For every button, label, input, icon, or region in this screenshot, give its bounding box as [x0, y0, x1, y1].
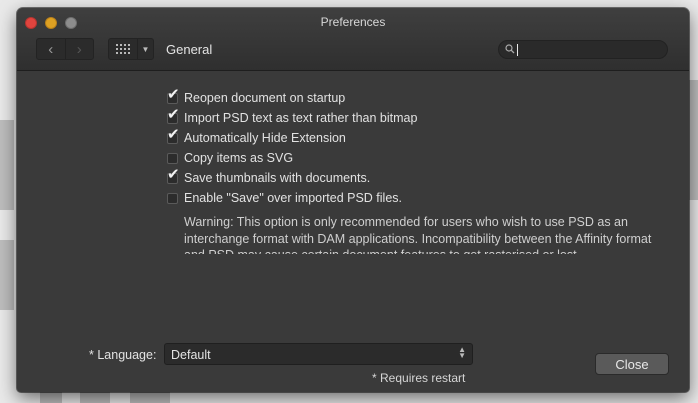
show-all-button[interactable]: ▼ — [108, 38, 154, 60]
chevron-down-icon[interactable]: ▼ — [137, 39, 153, 59]
option-enable-save-psd[interactable]: Enable "Save" over imported PSD files. — [167, 188, 677, 208]
chevron-right-icon: › — [76, 40, 82, 58]
checkbox[interactable]: ✔ — [167, 127, 180, 144]
background-shape — [40, 392, 62, 403]
option-hide-extension[interactable]: ✔ Automatically Hide Extension — [167, 127, 677, 148]
general-options: ✔ Reopen document on startup ✔ Import PS… — [167, 87, 677, 254]
checkbox[interactable]: ✔ — [167, 87, 180, 104]
grid-icon — [109, 44, 137, 54]
option-label: Save thumbnails with documents. — [184, 171, 371, 185]
checkbox[interactable]: ✔ — [167, 167, 180, 184]
checkmark-icon: ✔ — [167, 125, 180, 143]
chevron-left-icon: ‹ — [48, 40, 54, 58]
option-save-thumbnails[interactable]: ✔ Save thumbnails with documents. — [167, 167, 677, 188]
checkbox[interactable] — [167, 192, 178, 204]
background-shape — [0, 120, 14, 210]
option-reopen-document[interactable]: ✔ Reopen document on startup — [167, 87, 677, 108]
back-button[interactable]: ‹ — [37, 39, 65, 59]
updown-arrows-icon: ▲ ▼ — [458, 345, 466, 360]
checkmark-icon: ✔ — [167, 165, 180, 183]
psd-warning-text: Warning: This option is only recommended… — [184, 215, 652, 254]
checkbox[interactable]: ✔ — [167, 107, 180, 124]
navigation-buttons: ‹ › — [36, 38, 94, 60]
title-bar: Preferences ‹ › ▼ General — [17, 8, 689, 71]
language-label: * Language: — [89, 348, 157, 362]
close-button[interactable]: Close — [595, 353, 669, 375]
option-label: Reopen document on startup — [184, 91, 346, 105]
option-copy-svg[interactable]: Copy items as SVG — [167, 148, 677, 168]
forward-button[interactable]: › — [66, 39, 94, 59]
window-title: Preferences — [320, 15, 386, 29]
checkmark-icon: ✔ — [167, 105, 180, 123]
search-field[interactable] — [498, 40, 668, 59]
checkmark-icon: ✔ — [167, 85, 180, 103]
option-label: Automatically Hide Extension — [184, 131, 346, 145]
search-input[interactable] — [517, 42, 666, 59]
preferences-window: Preferences ‹ › ▼ General ✔ Reopen docum… — [17, 8, 689, 392]
option-label: Copy items as SVG — [184, 151, 294, 165]
language-value: Default — [171, 348, 211, 362]
option-label: Enable "Save" over imported PSD files. — [184, 191, 403, 205]
background-shape — [130, 392, 170, 403]
text-cursor — [517, 44, 518, 56]
background-shape — [0, 240, 14, 310]
option-label: Import PSD text as text rather than bitm… — [184, 111, 418, 125]
checkbox[interactable] — [167, 152, 178, 164]
background-shape — [689, 80, 698, 200]
restart-note: * Requires restart — [372, 371, 466, 385]
search-icon — [505, 44, 515, 54]
page-title: General — [166, 42, 213, 57]
option-import-psd-text[interactable]: ✔ Import PSD text as text rather than bi… — [167, 107, 677, 128]
language-select[interactable]: Default ▲ ▼ — [164, 343, 473, 365]
background-shape — [80, 392, 110, 403]
